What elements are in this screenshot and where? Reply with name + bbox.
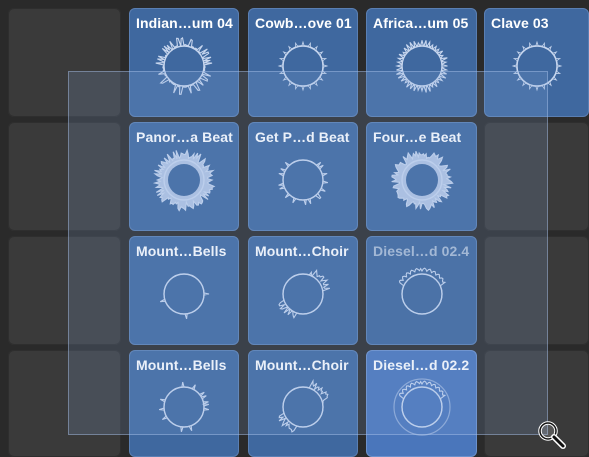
loop-cell-title: Indian…um 04 (136, 15, 233, 31)
circular-waveform-icon (278, 159, 329, 205)
loop-cell-title: Cowb…ove 01 (255, 15, 352, 31)
loop-cell-title: Mount…Choir (255, 357, 349, 373)
loop-cell[interactable]: Four…e Beat (366, 122, 477, 231)
empty-slot[interactable] (8, 350, 121, 457)
loop-cell-title: Panor…a Beat (136, 129, 233, 145)
loop-cell-title: Four…e Beat (373, 129, 462, 145)
circular-waveform-icon (392, 378, 451, 436)
loop-cell[interactable]: Africa…um 05 (366, 8, 477, 117)
loop-cell[interactable]: Mount…Choir (248, 350, 358, 457)
loop-cell[interactable]: Panor…a Beat (129, 122, 239, 231)
loop-cell[interactable]: Mount…Bells (129, 350, 239, 457)
circular-waveform-icon (155, 36, 213, 95)
circular-waveform-icon (159, 273, 210, 319)
loop-cell[interactable]: Mount…Choir (248, 236, 358, 345)
circular-waveform-icon (158, 381, 210, 432)
circular-waveform-icon (277, 40, 329, 92)
empty-slot[interactable] (484, 236, 589, 345)
loop-cell[interactable]: Get P…d Beat (248, 122, 358, 231)
loop-cell-title: Get P…d Beat (255, 129, 350, 145)
empty-slot[interactable] (8, 236, 121, 345)
loop-cell[interactable]: Indian…um 04 (129, 8, 239, 117)
circular-waveform-icon (511, 40, 562, 92)
empty-slot[interactable] (8, 122, 121, 231)
circular-waveform-icon (152, 148, 216, 212)
circular-waveform-icon (278, 378, 329, 433)
empty-slot[interactable] (484, 122, 589, 231)
circular-waveform-icon (390, 150, 454, 211)
live-loops-grid: Indian…um 04 Cowb…ove 01 Africa…um 05 Clave… (0, 0, 589, 457)
loop-cell-title: Mount…Choir (255, 243, 349, 259)
loop-cell[interactable]: Cowb…ove 01 (248, 8, 358, 117)
loop-cell-title: Mount…Bells (136, 243, 227, 259)
loop-cell-title: Mount…Bells (136, 357, 227, 373)
loop-cell[interactable]: Diesel…d 02.4 (366, 236, 477, 345)
loop-cell[interactable]: Clave 03 (484, 8, 589, 117)
loop-cell-title: Diesel…d 02.4 (373, 243, 470, 259)
empty-slot[interactable] (8, 8, 121, 117)
loop-cell[interactable]: Diesel…d 02.2 (366, 350, 477, 457)
circular-waveform-icon (278, 268, 331, 319)
circular-waveform-icon (398, 267, 446, 315)
loop-cell-title: Africa…um 05 (373, 15, 469, 31)
zoom-cursor-icon (538, 421, 566, 449)
loop-cell[interactable]: Mount…Bells (129, 236, 239, 345)
circular-waveform-icon (394, 39, 449, 93)
loop-cell-title: Diesel…d 02.2 (373, 357, 470, 373)
loop-cell-title: Clave 03 (491, 15, 549, 31)
